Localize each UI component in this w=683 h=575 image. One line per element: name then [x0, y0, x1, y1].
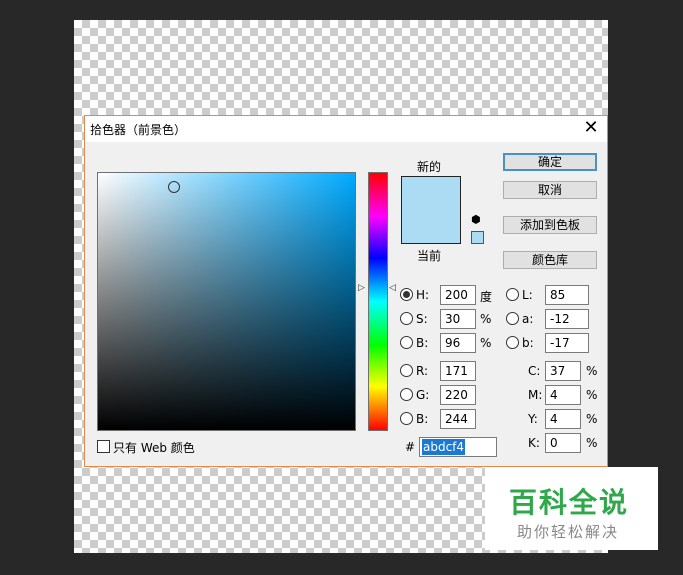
y-input[interactable]: 4 — [545, 409, 581, 429]
h-unit: 度 — [480, 290, 493, 304]
cmyk-y-row: Y: 4 % — [526, 409, 606, 429]
watermark-subtitle: 助你轻松解决 — [517, 523, 620, 541]
cmyk-k-row: K: 0 % — [526, 433, 606, 453]
b-radio[interactable] — [400, 336, 413, 349]
c-unit: % — [586, 364, 598, 378]
s-unit: % — [480, 312, 492, 326]
hsb-s-row: S: 30 % — [400, 309, 500, 329]
dialog-titlebar: 拾色器（前景色） ✕ — [85, 116, 607, 142]
h-label: H: — [416, 288, 430, 302]
current-color-label: 当前 — [417, 249, 442, 263]
h-radio[interactable] — [400, 288, 413, 301]
k-unit: % — [586, 436, 598, 450]
rgb-r-row: R: 171 — [400, 361, 500, 381]
add-to-swatches-button[interactable]: 添加到色板 — [503, 216, 597, 234]
color-picker-dialog: 拾色器（前景色） ✕ ▷ ◁ 新的 当前 ⬢ 确定 取消 添加到色板 颜色库 H… — [84, 115, 608, 467]
lab-b-input[interactable]: -17 — [545, 333, 589, 353]
web-safe-swatch[interactable] — [471, 231, 484, 244]
hue-slider-left-arrow-icon[interactable]: ▷ — [358, 283, 365, 293]
r-input[interactable]: 171 — [440, 361, 476, 381]
hue-slider-right-arrow-icon[interactable]: ◁ — [389, 283, 396, 293]
hsb-b-row: B: 96 % — [400, 333, 500, 353]
lab-a-row: a: -12 — [506, 309, 596, 329]
s-radio[interactable] — [400, 312, 413, 325]
c-input[interactable]: 37 — [545, 361, 581, 381]
hex-hash-label: # — [405, 440, 416, 454]
a-input[interactable]: -12 — [545, 309, 589, 329]
watermark: 百科全说 助你轻松解决 — [485, 467, 658, 550]
m-input[interactable]: 4 — [545, 385, 581, 405]
lab-l-row: L: 85 — [506, 285, 596, 305]
l-label: L: — [522, 288, 533, 302]
m-unit: % — [586, 388, 598, 402]
l-radio[interactable] — [506, 288, 519, 301]
b-label: B: — [416, 336, 429, 350]
rgb-g-row: G: 220 — [400, 385, 500, 405]
lab-b-label: b: — [522, 336, 534, 350]
r-label: R: — [416, 364, 429, 378]
hex-value: abdcf4 — [422, 439, 466, 455]
dialog-title: 拾色器（前景色） — [90, 123, 187, 137]
g-input[interactable]: 220 — [440, 385, 476, 405]
lab-b-radio[interactable] — [506, 336, 519, 349]
a-radio[interactable] — [506, 312, 519, 325]
y-label: Y: — [528, 412, 538, 426]
g-label: G: — [416, 388, 430, 402]
k-input[interactable]: 0 — [545, 433, 581, 453]
cancel-button[interactable]: 取消 — [503, 181, 597, 199]
new-color-label: 新的 — [417, 160, 442, 174]
l-input[interactable]: 85 — [545, 285, 589, 305]
color-libraries-button[interactable]: 颜色库 — [503, 251, 597, 269]
web-colors-only-label: 只有 Web 颜色 — [113, 441, 195, 455]
rgb-b-label: B: — [416, 412, 429, 426]
rgb-b-radio[interactable] — [400, 412, 413, 425]
hue-slider[interactable] — [368, 172, 388, 431]
s-label: S: — [416, 312, 428, 326]
watermark-title: 百科全说 — [509, 486, 630, 519]
b-input[interactable]: 96 — [440, 333, 476, 353]
y-unit: % — [586, 412, 598, 426]
close-icon[interactable]: ✕ — [581, 118, 601, 138]
a-label: a: — [522, 312, 534, 326]
color-field-cursor[interactable] — [168, 181, 180, 193]
r-radio[interactable] — [400, 364, 413, 377]
c-label: C: — [528, 364, 541, 378]
g-radio[interactable] — [400, 388, 413, 401]
color-field[interactable] — [97, 172, 356, 431]
rgb-b-input[interactable]: 244 — [440, 409, 476, 429]
hsb-h-row: H: 200 度 — [400, 285, 500, 305]
cmyk-m-row: M: 4 % — [526, 385, 606, 405]
cube-icon[interactable]: ⬢ — [471, 213, 481, 226]
lab-b-row: b: -17 — [506, 333, 596, 353]
h-input[interactable]: 200 — [440, 285, 476, 305]
m-label: M: — [528, 388, 543, 402]
color-preview-swatch — [401, 176, 461, 244]
rgb-b-row: B: 244 — [400, 409, 500, 429]
b-unit: % — [480, 336, 492, 350]
ok-button[interactable]: 确定 — [503, 153, 597, 171]
s-input[interactable]: 30 — [440, 309, 476, 329]
k-label: K: — [528, 436, 540, 450]
cmyk-c-row: C: 37 % — [526, 361, 606, 381]
web-colors-only-checkbox[interactable] — [97, 440, 110, 453]
hex-input[interactable]: abdcf4 — [419, 437, 497, 457]
